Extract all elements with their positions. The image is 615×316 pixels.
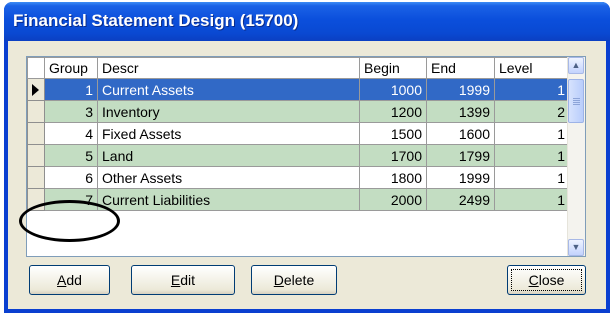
dialog-client-area: Group Descr Begin End Level 1 Current As…: [8, 41, 606, 309]
edit-label-rest: dit: [180, 272, 196, 288]
row-selector[interactable]: [27, 122, 45, 145]
column-header-end[interactable]: End: [426, 57, 495, 79]
grip-line: [573, 98, 580, 99]
cell-group[interactable]: 5: [44, 144, 98, 167]
grip-line: [573, 104, 580, 105]
window-title: Financial Statement Design (15700): [13, 11, 299, 30]
delete-button[interactable]: Delete: [251, 265, 337, 295]
column-header-level[interactable]: Level: [494, 57, 570, 79]
highlight-ellipse-annotation: [19, 200, 120, 242]
cell-level[interactable]: 1: [494, 144, 570, 167]
cell-end[interactable]: 1399: [426, 100, 495, 123]
cell-group[interactable]: 6: [44, 166, 98, 189]
cell-end[interactable]: 1600: [426, 122, 495, 145]
cell-begin[interactable]: 1500: [359, 122, 427, 145]
table-row[interactable]: 3 Inventory 1200 1399 2: [27, 100, 570, 123]
cell-begin[interactable]: 1200: [359, 100, 427, 123]
cell-level[interactable]: 1: [494, 188, 570, 211]
delete-label-rest: elete: [283, 272, 315, 288]
cell-group[interactable]: 1: [44, 78, 98, 101]
cell-end[interactable]: 1999: [426, 166, 495, 189]
focus-rectangle: [511, 269, 582, 291]
title-bar[interactable]: Financial Statement Design (15700): [4, 2, 610, 41]
group-table: Group Descr Begin End Level 1 Current As…: [27, 57, 570, 211]
cell-descr[interactable]: Other Assets: [97, 166, 360, 189]
cell-level[interactable]: 1: [494, 78, 570, 101]
column-header-begin[interactable]: Begin: [359, 57, 427, 79]
scrollbar-thumb[interactable]: [568, 79, 584, 123]
add-button[interactable]: Add: [29, 265, 110, 295]
cell-descr[interactable]: Land: [97, 144, 360, 167]
row-selector[interactable]: [27, 166, 45, 189]
cell-descr[interactable]: Current Liabilities: [97, 188, 360, 211]
cell-begin[interactable]: 1000: [359, 78, 427, 101]
cell-group[interactable]: 3: [44, 100, 98, 123]
table-row[interactable]: 1 Current Assets 1000 1999 1: [27, 78, 570, 101]
header-row: Group Descr Begin End Level: [27, 57, 570, 79]
row-selector-header: [27, 57, 45, 79]
financial-statement-design-window: Financial Statement Design (15700) Group…: [4, 2, 610, 313]
cell-descr[interactable]: Current Assets: [97, 78, 360, 101]
column-header-group[interactable]: Group: [44, 57, 98, 79]
cell-level[interactable]: 1: [494, 122, 570, 145]
row-selector[interactable]: [27, 100, 45, 123]
cell-level[interactable]: 2: [494, 100, 570, 123]
grip-line: [573, 102, 580, 103]
table-row[interactable]: 5 Land 1700 1799 1: [27, 144, 570, 167]
scroll-down-arrow-icon[interactable]: ▼: [568, 239, 584, 256]
scroll-up-arrow-icon[interactable]: ▲: [568, 57, 584, 74]
grip-line: [573, 100, 580, 101]
add-mnemonic: A: [57, 272, 67, 288]
cell-level[interactable]: 1: [494, 166, 570, 189]
table-row[interactable]: 6 Other Assets 1800 1999 1: [27, 166, 570, 189]
cell-group[interactable]: 4: [44, 122, 98, 145]
add-label-rest: dd: [66, 272, 82, 288]
cell-end[interactable]: 2499: [426, 188, 495, 211]
edit-button[interactable]: Edit: [131, 265, 235, 295]
delete-mnemonic: D: [273, 272, 284, 288]
cell-begin[interactable]: 1700: [359, 144, 427, 167]
row-selector[interactable]: [27, 144, 45, 167]
cell-descr[interactable]: Inventory: [97, 100, 360, 123]
edit-mnemonic: E: [170, 272, 181, 288]
current-row-arrow-icon: [32, 84, 39, 96]
cell-descr[interactable]: Fixed Assets: [97, 122, 360, 145]
row-selector[interactable]: [27, 78, 45, 101]
cell-begin[interactable]: 1800: [359, 166, 427, 189]
table-row[interactable]: 4 Fixed Assets 1500 1600 1: [27, 122, 570, 145]
cell-begin[interactable]: 2000: [359, 188, 427, 211]
vertical-scrollbar[interactable]: ▲ ▼: [567, 57, 585, 256]
cell-end[interactable]: 1999: [426, 78, 495, 101]
cell-end[interactable]: 1799: [426, 144, 495, 167]
close-button[interactable]: Close: [507, 265, 586, 295]
column-header-descr[interactable]: Descr: [97, 57, 360, 79]
